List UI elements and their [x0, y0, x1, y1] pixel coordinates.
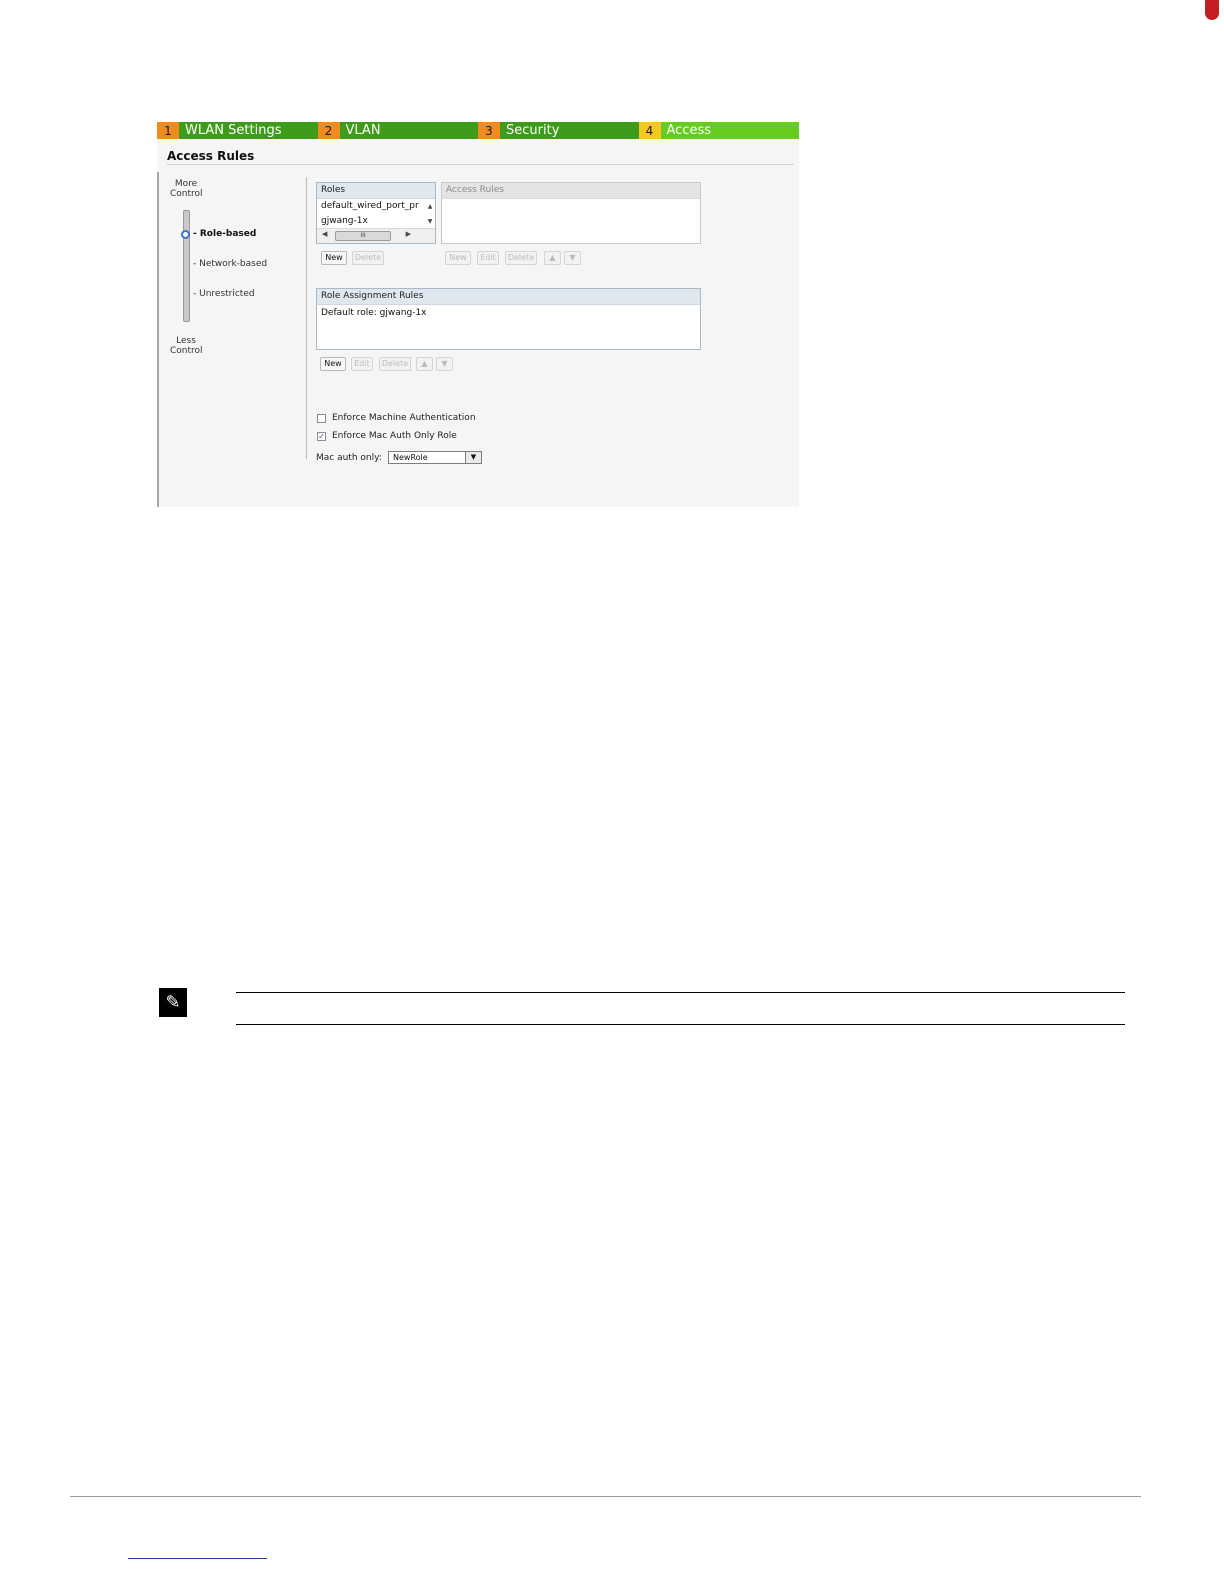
roles-list: Roles default_wired_port_pr gjwang-1x ▲ …: [316, 182, 436, 244]
rules-delete-button[interactable]: Delete: [505, 251, 537, 265]
note-bottom-rule: [236, 1024, 1125, 1025]
control-slider-thumb[interactable]: [181, 230, 190, 239]
tab-number: 3: [478, 122, 500, 139]
slider-option-unrestricted[interactable]: - Unrestricted: [193, 289, 255, 299]
role-assignment-rules-list: Role Assignment Rules Default role: gjwa…: [316, 288, 701, 350]
pencil-note-icon: ✎: [159, 988, 187, 1017]
roles-header: Roles: [317, 183, 435, 199]
mac-auth-only-select[interactable]: NewRole ▼: [388, 451, 482, 464]
assignment-edit-button[interactable]: Edit: [351, 357, 373, 371]
enforce-machine-auth-label[interactable]: Enforce Machine Authentication: [332, 413, 476, 423]
title-divider: [167, 164, 794, 165]
note-top-rule: [236, 992, 1125, 993]
vertical-divider: [306, 177, 307, 459]
scroll-up-arrow-icon[interactable]: ▲: [425, 199, 435, 214]
less-control-label: Less Control: [170, 336, 203, 356]
access-rules-screenshot: 1 WLAN Settings 2 VLAN 3 Security 4 Acce…: [157, 122, 799, 507]
slider-option-network-based[interactable]: - Network-based: [193, 259, 267, 269]
role-item[interactable]: gjwang-1x: [317, 214, 421, 229]
footer-link-underline[interactable]: [128, 1558, 267, 1559]
chevron-down-icon[interactable]: ▼: [465, 452, 481, 463]
scroll-down-arrow-icon[interactable]: ▼: [425, 214, 435, 229]
rules-edit-button[interactable]: Edit: [477, 251, 499, 265]
tab-label: VLAN: [345, 123, 381, 138]
control-slider-track[interactable]: [183, 210, 190, 322]
rules-move-down-arrow-icon[interactable]: ▼: [564, 251, 581, 265]
section-title: Access Rules: [167, 149, 255, 163]
enforce-machine-auth-checkbox[interactable]: [317, 414, 326, 423]
tab-number: 4: [638, 122, 661, 139]
page-corner-mark: [1205, 0, 1219, 20]
roles-delete-button[interactable]: Delete: [352, 251, 384, 265]
access-rules-list: Access Rules: [441, 182, 701, 244]
tab-vlan[interactable]: 2 VLAN: [317, 122, 478, 139]
roles-vertical-scrollbar[interactable]: ▲ ▼: [425, 199, 435, 229]
role-assignment-header: Role Assignment Rules: [317, 289, 700, 305]
footer-divider: [70, 1496, 1141, 1497]
tab-label: WLAN Settings: [185, 123, 282, 138]
scroll-right-arrow-icon[interactable]: ▶: [406, 230, 411, 238]
assignment-move-down-arrow-icon[interactable]: ▼: [436, 357, 453, 371]
roles-new-button[interactable]: New: [321, 251, 347, 265]
tab-label: Access: [666, 123, 712, 138]
tab-security[interactable]: 3 Security: [478, 122, 639, 139]
roles-horizontal-scrollbar[interactable]: ◀ III ▶: [317, 228, 435, 243]
slider-option-role-based[interactable]: - Role-based: [193, 229, 256, 239]
wizard-tabs: 1 WLAN Settings 2 VLAN 3 Security 4 Acce…: [157, 122, 799, 139]
tab-label: Security: [506, 123, 560, 138]
assignment-new-button[interactable]: New: [320, 357, 346, 371]
enforce-mac-auth-label[interactable]: Enforce Mac Auth Only Role: [332, 431, 457, 441]
mac-auth-only-label: Mac auth only:: [316, 453, 382, 463]
tab-number: 1: [157, 122, 179, 139]
tab-access[interactable]: 4 Access: [638, 122, 799, 139]
default-role-text[interactable]: Default role: gjwang-1x: [317, 305, 700, 321]
tab-number: 2: [317, 122, 340, 139]
role-item[interactable]: default_wired_port_pr: [317, 199, 421, 214]
rules-new-button[interactable]: New: [445, 251, 471, 265]
rules-move-up-arrow-icon[interactable]: ▲: [544, 251, 561, 265]
scroll-thumb[interactable]: III: [335, 231, 391, 241]
assignment-delete-button[interactable]: Delete: [379, 357, 411, 371]
enforce-mac-auth-checkbox[interactable]: ✓: [317, 432, 326, 441]
more-control-label: More Control: [170, 179, 203, 199]
assignment-move-up-arrow-icon[interactable]: ▲: [416, 357, 433, 371]
panel-left-edge: [157, 172, 159, 507]
access-rules-header: Access Rules: [442, 183, 700, 199]
tab-wlan-settings[interactable]: 1 WLAN Settings: [157, 122, 318, 139]
scroll-left-arrow-icon[interactable]: ◀: [322, 230, 327, 238]
